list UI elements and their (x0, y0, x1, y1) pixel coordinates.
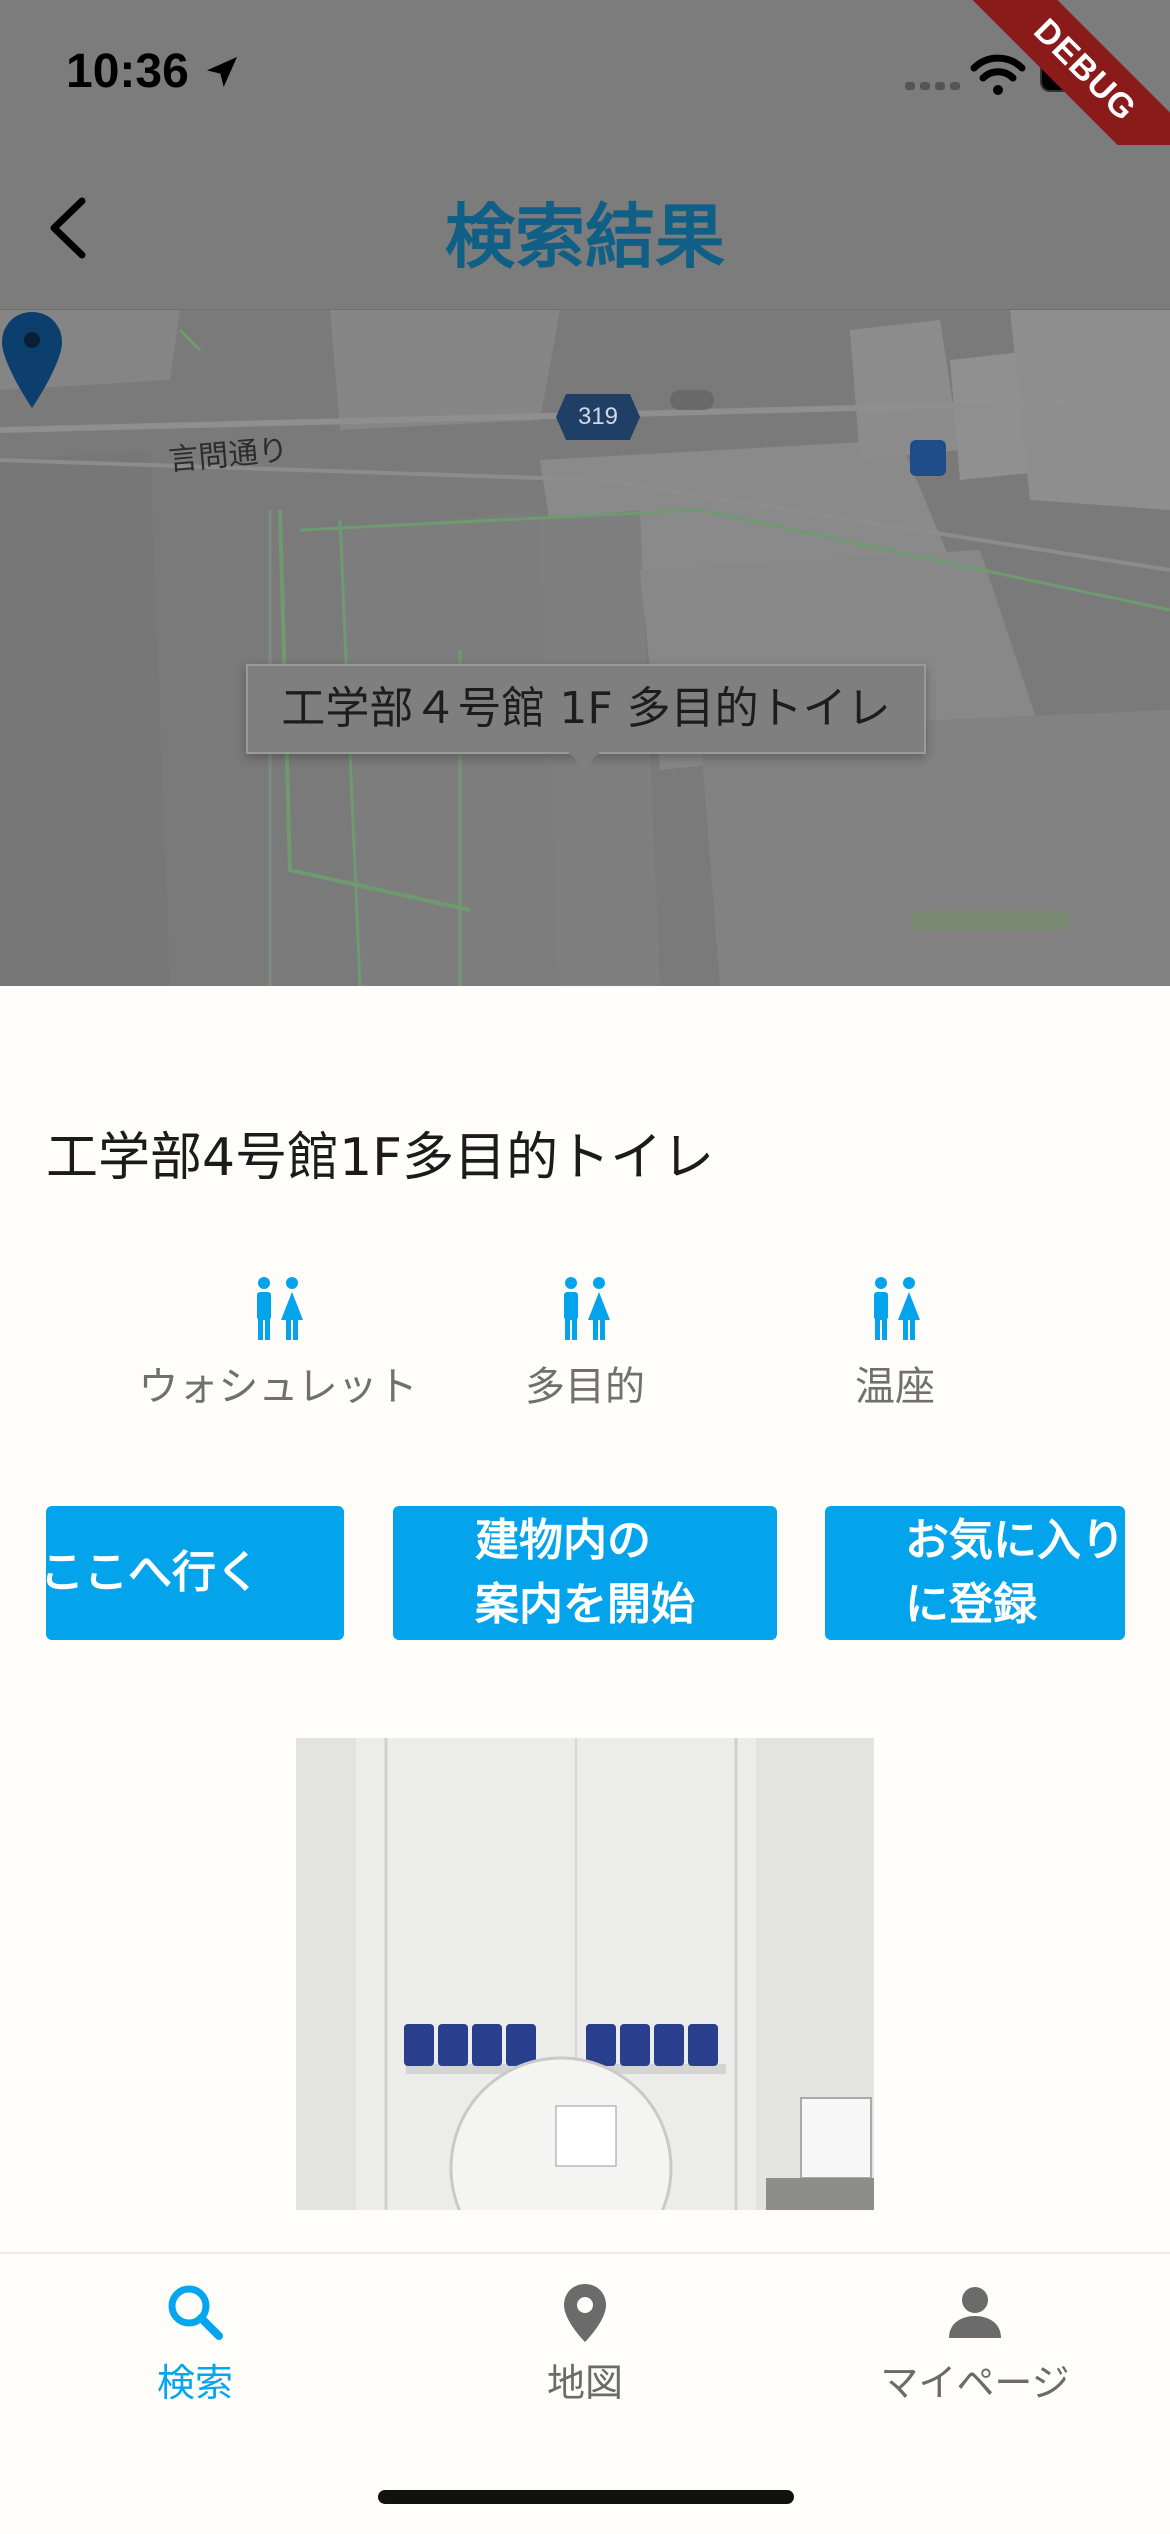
add-favorite-button[interactable]: お気に入り に登録 (825, 1506, 1125, 1640)
search-icon (168, 2285, 223, 2340)
home-indicator (378, 2490, 794, 2504)
favorite-label-line2: に登録 (905, 1579, 1037, 1630)
restroom-icon (874, 1277, 920, 1340)
cellular-signal-icon (905, 82, 960, 90)
app-bar: 検索結果 (0, 145, 1170, 311)
marker-callout[interactable]: 工学部４号館 1F 多目的トイレ (246, 664, 926, 754)
amenity-heated-seat: 温座 (735, 1276, 1055, 1412)
page-title: 検索結果 (445, 196, 725, 278)
nav-item-search[interactable]: 検索 (45, 2280, 345, 2407)
nav-item-map[interactable]: 地図 (435, 2280, 735, 2407)
wifi-icon (970, 54, 1026, 95)
start-guide-label-line2: 案内を開始 (475, 1579, 695, 1630)
status-bar: 10:36 DEBUG (0, 0, 1170, 208)
amenity-label: 温座 (855, 1364, 935, 1410)
photo-illustration (296, 1738, 874, 2210)
person-icon (949, 2287, 1001, 2338)
nav-item-mypage[interactable]: マイページ (825, 2280, 1125, 2407)
nav-label-mypage: マイページ (880, 2361, 1070, 2405)
favorite-label-line1: お気に入り (905, 1515, 1125, 1566)
place-title: 工学部4号館1F多目的トイレ (46, 1128, 715, 1188)
nav-label-map: 地図 (546, 2361, 623, 2405)
restroom-icon (564, 1277, 610, 1340)
nav-label-search: 検索 (156, 2361, 233, 2405)
amenity-multipurpose: 多目的 (425, 1276, 745, 1412)
map-view[interactable]: 言問通り 319 工学部４号館 1F 多目的トイレ (0, 310, 1170, 986)
map-pin-icon (564, 2284, 606, 2342)
start-guide-button[interactable]: 建物内の 案内を開始 (393, 1506, 777, 1640)
go-here-button[interactable]: ここへ行く (46, 1506, 344, 1640)
traffic-light-icon (670, 390, 714, 410)
go-here-label: ここへ行く (46, 1547, 260, 1598)
clock: 10:36 (66, 45, 189, 98)
amenity-label: ウォシュレット (138, 1364, 418, 1410)
amenity-washlet: ウォシュレット (118, 1276, 438, 1412)
route-number-badge: 319 (556, 394, 640, 440)
amenity-label: 多目的 (525, 1364, 645, 1410)
map-pin-icon[interactable] (0, 310, 64, 410)
restroom-photo (296, 1738, 874, 2210)
callout-pointer (566, 750, 602, 768)
location-arrow-icon (207, 57, 237, 87)
start-guide-label-line1: 建物内の (475, 1515, 651, 1566)
bicycle-icon (910, 440, 946, 476)
restroom-icon (257, 1277, 303, 1340)
